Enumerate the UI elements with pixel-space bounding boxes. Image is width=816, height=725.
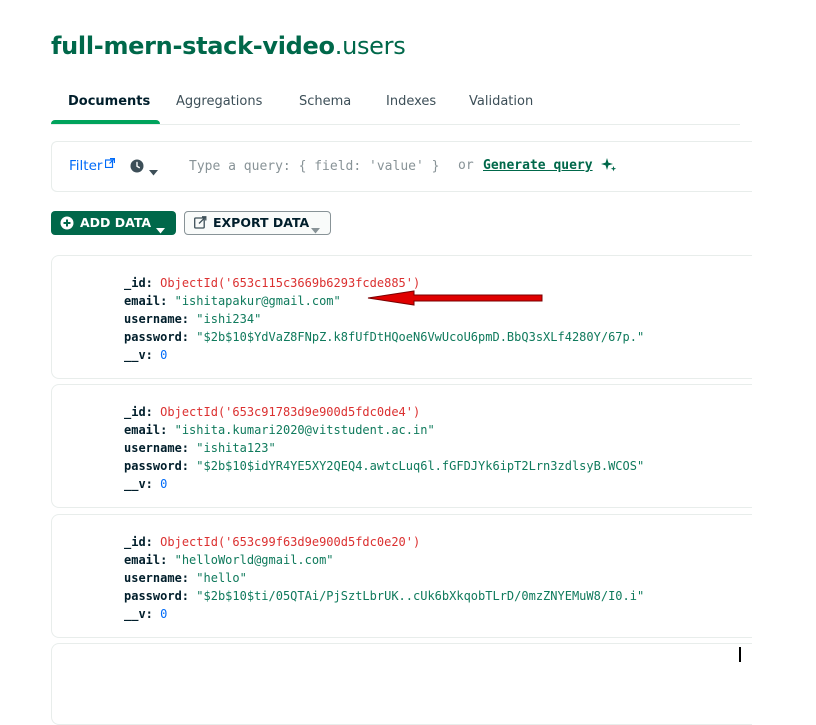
field-password: password: "$2b$10$idYR4YE5XY2QEQ4.awtcLu… (124, 459, 645, 473)
document-card[interactable] (51, 643, 752, 725)
field-version: __v: 0 (124, 348, 168, 362)
db-name: full-mern-stack-video (51, 32, 335, 60)
document-fields: _id: ObjectId('653c115c3669b6293fcde885'… (124, 274, 644, 364)
filter-label[interactable]: Filter (69, 158, 102, 174)
export-data-button[interactable]: EXPORT DATA (184, 211, 331, 235)
field-username: username: "hello" (124, 571, 247, 585)
query-bar: Filter or Generate query (51, 141, 752, 192)
field-username: username: "ishi234" (124, 312, 262, 326)
collection-name: .users (334, 32, 406, 60)
or-text: or (458, 158, 474, 173)
clock-icon[interactable] (130, 159, 144, 178)
field-email: email: "helloWorld@gmail.com" (124, 553, 334, 567)
field-username: username: "ishita123" (124, 441, 276, 455)
generate-query-link[interactable]: Generate query (483, 158, 593, 173)
tab-indexes[interactable]: Indexes (386, 94, 436, 109)
sparkle-icon[interactable] (601, 157, 617, 178)
tab-aggregations[interactable]: Aggregations (176, 94, 262, 109)
export-icon (194, 216, 207, 234)
chevron-down-icon[interactable] (149, 163, 158, 181)
query-input[interactable] (189, 156, 479, 176)
document-card[interactable]: _id: ObjectId('653c91783d9e900d5fdc0de4'… (51, 384, 752, 508)
plus-circle-icon (60, 216, 74, 235)
annotation-arrow-icon (367, 290, 543, 306)
collection-tabs: Documents Aggregations Schema Indexes Va… (51, 92, 740, 125)
document-card[interactable]: _id: ObjectId('653c115c3669b6293fcde885'… (51, 255, 752, 379)
field-id: _id: ObjectId('653c99f63d9e900d5fdc0e20'… (124, 535, 421, 549)
field-password: password: "$2b$10$ti/05QTAi/PjSztLbrUK..… (124, 589, 645, 603)
field-id: _id: ObjectId('653c91783d9e900d5fdc0de4'… (124, 405, 421, 419)
text-cursor (739, 647, 741, 662)
field-version: __v: 0 (124, 607, 168, 621)
chevron-down-icon (311, 221, 320, 239)
tab-schema[interactable]: Schema (299, 94, 351, 109)
document-fields: _id: ObjectId('653c99f63d9e900d5fdc0e20'… (124, 533, 644, 623)
add-data-label: ADD DATA (80, 215, 152, 230)
field-email: email: "ishita.kumari2020@vitstudent.ac.… (124, 423, 435, 437)
collection-title: full-mern-stack-video.users (51, 32, 406, 60)
external-link-icon[interactable] (104, 155, 115, 173)
document-card[interactable]: _id: ObjectId('653c99f63d9e900d5fdc0e20'… (51, 514, 752, 638)
chevron-down-icon (156, 221, 165, 239)
field-version: __v: 0 (124, 477, 168, 491)
export-data-label: EXPORT DATA (213, 215, 310, 230)
add-data-button[interactable]: ADD DATA (51, 211, 176, 235)
field-password: password: "$2b$10$YdVaZ8FNpZ.k8fUfDtHQoe… (124, 330, 645, 344)
tab-documents[interactable]: Documents (68, 94, 150, 109)
tabs-divider (51, 124, 740, 125)
document-fields: _id: ObjectId('653c91783d9e900d5fdc0de4'… (124, 403, 644, 493)
tab-validation[interactable]: Validation (469, 94, 533, 109)
